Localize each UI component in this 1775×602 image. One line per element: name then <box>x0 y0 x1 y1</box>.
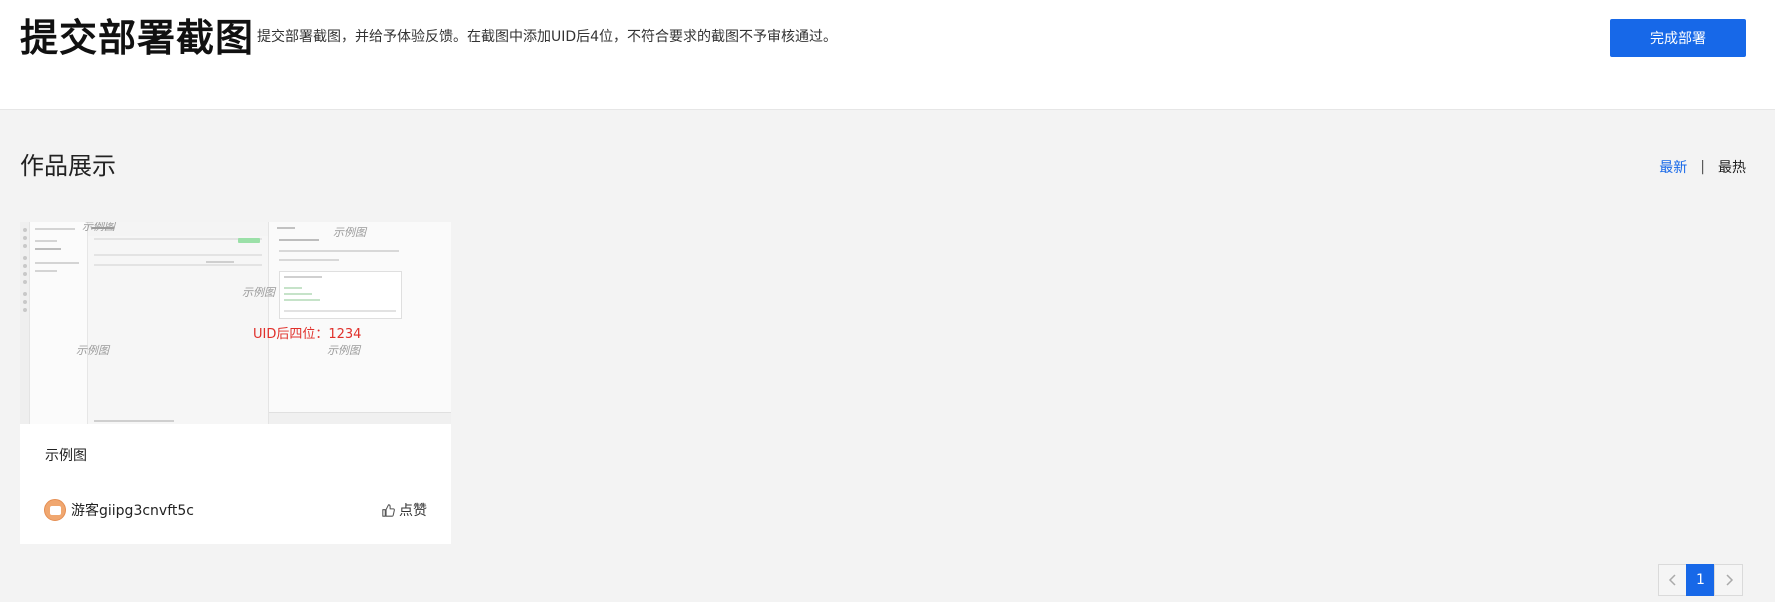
thumbnail-code-panel <box>279 271 402 319</box>
chevron-right-icon <box>1725 574 1733 586</box>
watermark: 示例图 <box>327 344 360 357</box>
sort-tabs: 最新 | 最热 <box>1659 157 1746 177</box>
prev-page-button[interactable] <box>1658 564 1687 596</box>
page-header: 提交部署截图 提交部署截图，并给予体验反馈。在截图中添加UID后4位，不符合要求… <box>0 0 1775 110</box>
showcase-card[interactable]: 示例图 示例图 示例图 示例图 示例图 UID后四位：1234 示例图 游客gi… <box>20 222 451 544</box>
page-title: 提交部署截图 <box>20 16 255 60</box>
card-footer: 游客giipg3cnvft5c 点赞 <box>44 499 427 521</box>
thumbnail-input-bar <box>269 412 451 424</box>
thumbs-up-icon <box>382 503 395 517</box>
page-description: 提交部署截图，并给予体验反馈。在截图中添加UID后4位，不符合要求的截图不予审核… <box>257 29 838 45</box>
tab-hottest[interactable]: 最热 <box>1718 157 1746 177</box>
thumbnail-rail <box>20 222 30 424</box>
like-label: 点赞 <box>399 503 427 519</box>
author-name: 游客giipg3cnvft5c <box>71 503 194 519</box>
section-title: 作品展示 <box>20 152 116 180</box>
finish-deploy-button[interactable]: 完成部署 <box>1610 19 1746 57</box>
page-1-button[interactable]: 1 <box>1686 564 1715 596</box>
card-author: 游客giipg3cnvft5c <box>44 499 194 521</box>
chevron-left-icon <box>1668 574 1676 586</box>
tab-separator: | <box>1700 159 1705 175</box>
watermark: 示例图 <box>82 222 115 233</box>
next-page-button[interactable] <box>1714 564 1743 596</box>
tab-newest[interactable]: 最新 <box>1659 157 1687 177</box>
watermark: 示例图 <box>242 286 275 299</box>
watermark: 示例图 <box>333 226 366 239</box>
thumbnail-left-pane <box>20 222 268 424</box>
uid-label: UID后四位：1234 <box>253 327 362 342</box>
thumbnail-sidebar <box>30 222 88 424</box>
watermark: 示例图 <box>76 344 109 357</box>
pagination: 1 <box>1658 564 1743 596</box>
avatar <box>44 499 66 521</box>
like-button[interactable]: 点赞 <box>382 500 427 520</box>
card-thumbnail[interactable]: 示例图 示例图 示例图 示例图 示例图 UID后四位：1234 <box>20 222 451 424</box>
thumbnail-table <box>88 236 268 424</box>
card-caption: 示例图 <box>45 448 87 464</box>
